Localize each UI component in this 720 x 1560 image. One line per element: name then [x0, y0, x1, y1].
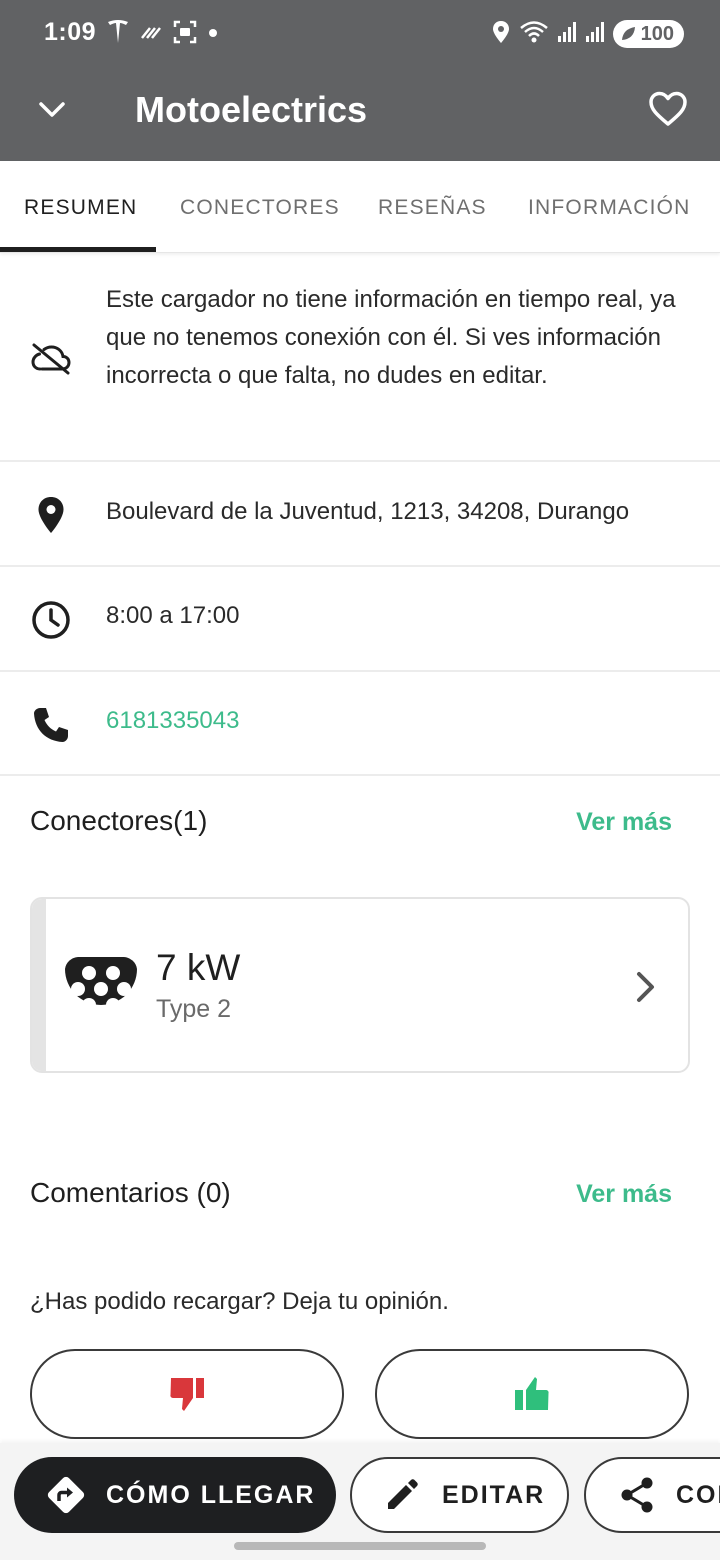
address-text: Boulevard de la Juventud, 1213, 34208, D… — [106, 498, 630, 525]
comments-see-more-link[interactable]: Ver más — [576, 1180, 672, 1209]
share-button[interactable]: COMPARTIR — [584, 1457, 720, 1533]
page-title: Motoelectrics — [135, 89, 368, 130]
tab-bar: RESUMEN CONECTORES RESEÑAS INFORMACIÓN — [0, 161, 720, 253]
edit-label: EDITAR — [442, 1480, 546, 1509]
location-pin-icon — [28, 492, 74, 538]
status-left-icons — [106, 18, 218, 50]
thumb-down-button[interactable] — [30, 1349, 344, 1439]
connectors-see-more-link[interactable]: Ver más — [576, 808, 672, 837]
home-indicator[interactable] — [234, 1542, 486, 1550]
edit-button[interactable]: EDITAR — [350, 1457, 569, 1533]
connector-status-strip — [32, 899, 46, 1071]
realtime-notice-text: Este cargador no tiene información en ti… — [106, 286, 676, 389]
share-icon — [618, 1475, 656, 1515]
connector-card[interactable]: 7 kW Type 2 — [30, 897, 690, 1073]
thumb-up-button[interactable] — [375, 1349, 689, 1439]
address-row[interactable]: Boulevard de la Juventud, 1213, 34208, D… — [0, 462, 720, 567]
signal-icon — [557, 21, 577, 48]
battery-level: 100 — [640, 22, 674, 45]
comments-section-title: Comentarios (0) — [30, 1177, 231, 1208]
connector-power: 7 kW — [156, 947, 241, 988]
connector-type: Type 2 — [156, 995, 232, 1023]
directions-label: CÓMO LLEGAR — [106, 1480, 316, 1509]
status-right-icons: 100 — [491, 18, 684, 50]
tab-conectores[interactable]: CONECTORES — [180, 161, 340, 252]
connectors-section-title: Conectores(1) — [30, 805, 208, 836]
status-time: 1:09 — [44, 18, 97, 46]
thumb-up-icon — [515, 1377, 549, 1410]
app-header: 1:09 100 Motoelectrics — [0, 0, 720, 161]
wifi-icon — [519, 20, 549, 49]
directions-button[interactable]: CÓMO LLEGAR — [14, 1457, 336, 1533]
favorite-button[interactable] — [644, 85, 692, 133]
phone-link[interactable]: 6181335043 — [106, 702, 696, 740]
status-bar: 1:09 100 — [0, 0, 720, 68]
tab-resumen[interactable]: RESUMEN — [24, 161, 137, 252]
battery-saver-icon — [621, 27, 635, 40]
directions-icon — [46, 1475, 86, 1515]
chevron-right-icon — [630, 969, 660, 1005]
type2-connector-icon — [64, 951, 138, 1025]
location-icon — [491, 20, 511, 49]
battery-indicator: 100 — [612, 20, 684, 48]
review-prompt: ¿Has podido recargar? Deja tu opinión. — [30, 1288, 449, 1315]
data-saver-icon — [140, 24, 162, 45]
tab-resenas[interactable]: RESEÑAS — [378, 161, 487, 252]
heart-outline-icon — [649, 91, 687, 126]
phone-row[interactable]: 6181335043 — [0, 672, 720, 776]
thumb-down-icon — [170, 1378, 204, 1411]
app-bar: Motoelectrics — [0, 68, 720, 161]
hours-text: 8:00 a 17:00 — [106, 602, 240, 629]
realtime-notice-row: Este cargador no tiene información en ti… — [0, 253, 720, 462]
bottom-action-bar: CÓMO LLEGAR EDITAR COMPARTIR — [0, 1443, 720, 1560]
tab-informacion[interactable]: INFORMACIÓN — [528, 161, 691, 252]
cloud-off-icon — [28, 335, 74, 381]
tesla-icon — [106, 19, 130, 50]
share-label: COMPARTIR — [676, 1480, 720, 1509]
signal-2-icon — [585, 21, 605, 48]
pencil-icon — [382, 1475, 422, 1515]
chevron-down-icon — [39, 102, 65, 117]
phone-icon — [28, 702, 74, 748]
collapse-button[interactable] — [30, 88, 74, 132]
screenshot-icon — [172, 19, 198, 50]
notification-dot-icon — [208, 25, 218, 43]
hours-row: 8:00 a 17:00 — [0, 567, 720, 672]
clock-icon — [28, 597, 74, 643]
